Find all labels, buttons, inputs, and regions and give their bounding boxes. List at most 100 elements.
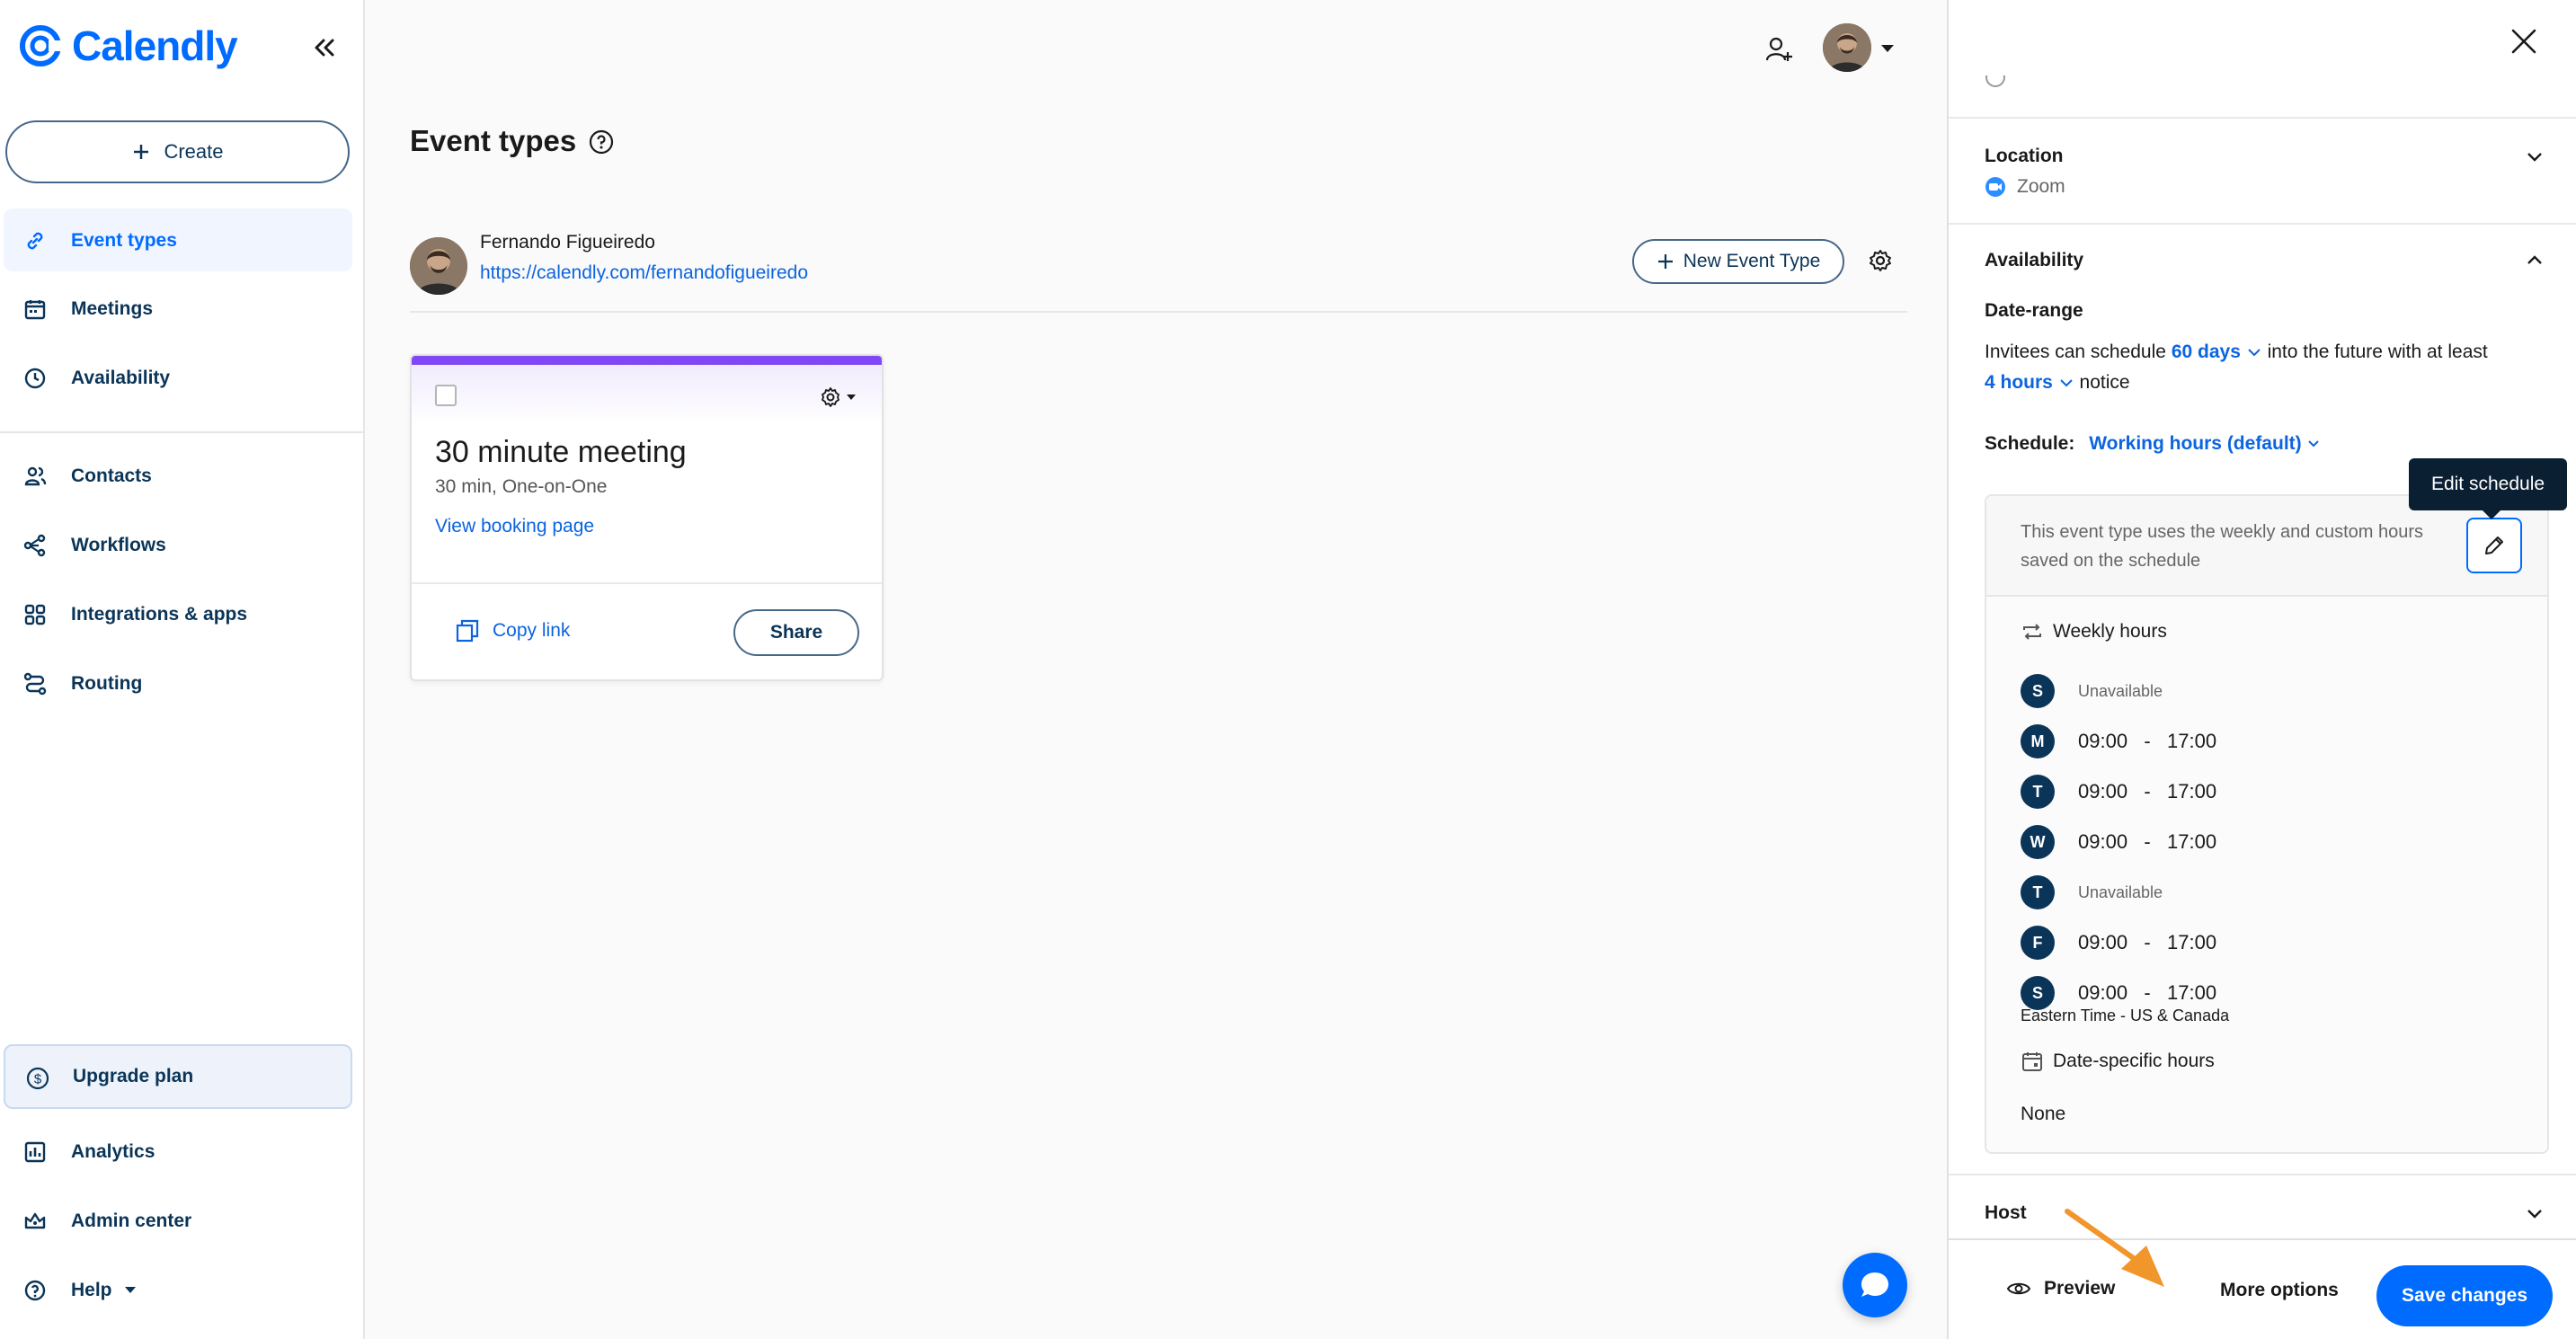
avatar-image (410, 237, 467, 295)
dollar-icon: $ (26, 1067, 49, 1090)
main-content: Event types Fernando Figueiredo https://… (365, 0, 1947, 1339)
event-details-panel: Location Zoom Availability Date-range In… (1947, 0, 2576, 1339)
upgrade-plan-button[interactable]: $ Upgrade plan (4, 1044, 352, 1109)
day-row-tuesday: T 09:00 - 17:00 (2021, 775, 2216, 809)
sidebar-item-label: Availability (71, 368, 171, 388)
caret-down-icon (125, 1287, 136, 1293)
sidebar-item-routing[interactable]: Routing (4, 652, 352, 714)
collapse-sidebar-icon[interactable] (309, 32, 340, 63)
user-avatar-top[interactable] (1823, 23, 1871, 72)
plus-icon (134, 145, 149, 159)
svg-text:$: $ (34, 1072, 42, 1087)
new-event-type-label: New Event Type (1683, 251, 1821, 271)
sidebar-item-label: Contacts (71, 466, 152, 486)
date-range-title: Date-range (1985, 300, 2083, 321)
repeat-icon (2023, 624, 2041, 640)
day-badge: S (2021, 674, 2055, 708)
card-select-checkbox[interactable] (435, 385, 457, 406)
weekly-hours-title: Weekly hours (2021, 620, 2167, 643)
sidebar-item-analytics[interactable]: Analytics (4, 1120, 352, 1183)
edit-schedule-button[interactable] (2466, 518, 2522, 573)
account-caret-icon[interactable] (1880, 43, 1895, 54)
chevron-down-icon[interactable] (2524, 146, 2545, 167)
day-badge: T (2021, 775, 2055, 809)
sidebar-item-workflows[interactable]: Workflows (4, 513, 352, 576)
chat-button[interactable] (1843, 1253, 1907, 1317)
plus-icon (1657, 254, 1673, 269)
day-hours: 09:00 - 17:00 (2078, 981, 2217, 1004)
workflow-icon (23, 534, 46, 557)
days-dropdown[interactable]: 60 days (2172, 341, 2262, 362)
sidebar-item-event-types[interactable]: Event types (4, 208, 352, 271)
event-title: 30 minute meeting (435, 435, 687, 469)
schedule-dropdown[interactable]: Working hours (default) (2089, 433, 2321, 454)
gear-icon[interactable] (1868, 248, 1893, 273)
link-icon (27, 232, 43, 250)
date-range-line-2: 4 hours notice (1985, 372, 2130, 394)
contacts-icon (24, 466, 47, 486)
sidebar-item-availability[interactable]: Availability (4, 346, 352, 409)
sidebar-item-meetings[interactable]: Meetings (4, 277, 352, 340)
add-person-icon[interactable] (1763, 34, 1794, 65)
sidebar-item-label: Admin center (71, 1210, 192, 1231)
day-row-sunday: S Unavailable (2021, 674, 2163, 708)
sidebar-item-label: Routing (71, 673, 143, 694)
copy-icon[interactable] (455, 618, 480, 643)
chevron-up-icon[interactable] (2524, 250, 2545, 271)
create-label: Create (164, 140, 224, 163)
section-divider (1949, 223, 2576, 225)
notice-hours-dropdown[interactable]: 4 hours (1985, 372, 2074, 393)
hours-value: 4 hours (1985, 372, 2053, 393)
schedule-row: Schedule: Working hours (default) (1985, 433, 2321, 455)
close-icon[interactable] (2509, 27, 2538, 56)
sidebar-item-contacts[interactable]: Contacts (4, 444, 352, 507)
annotation-arrow-icon (2065, 1209, 2164, 1287)
save-changes-button[interactable]: Save changes (2376, 1265, 2553, 1326)
panel-footer: Preview More options Save changes (1949, 1238, 2576, 1339)
days-value: 60 days (2171, 341, 2241, 362)
sidebar-item-label: Workflows (71, 535, 166, 555)
upgrade-plan-label: Upgrade plan (73, 1066, 194, 1086)
date-range-line-1: Invitees can schedule 60 days into the f… (1985, 341, 2488, 363)
calendar-icon (24, 300, 46, 320)
chevron-down-icon (2308, 440, 2320, 448)
new-event-type-button[interactable]: New Event Type (1632, 239, 1844, 284)
day-row-friday: F 09:00 - 17:00 (2021, 926, 2216, 960)
crown-icon (24, 1212, 46, 1229)
share-button[interactable]: Share (733, 609, 859, 656)
day-badge: W (2021, 825, 2055, 859)
calendly-logo[interactable]: Calendly (18, 22, 238, 70)
schedule-value: Working hours (default) (2089, 433, 2302, 454)
day-row-saturday: S 09:00 - 17:00 (2021, 976, 2216, 1010)
sidebar-divider (0, 431, 363, 433)
help-circle-icon[interactable] (588, 129, 615, 155)
sidebar-item-label: Help (71, 1280, 112, 1300)
grid-icon (24, 604, 46, 625)
availability-title: Availability (1985, 250, 2084, 270)
user-scheduling-link[interactable]: https://calendly.com/fernandofigueiredo (480, 262, 808, 284)
chevron-down-icon[interactable] (2524, 1202, 2545, 1224)
edit-schedule-tooltip: Edit schedule (2409, 458, 2567, 519)
sidebar-item-label: Integrations & apps (71, 604, 248, 625)
eye-icon (2006, 1282, 2031, 1295)
view-booking-page-link[interactable]: View booking page (435, 516, 594, 537)
card-color-bar (412, 356, 882, 365)
section-divider (1949, 117, 2576, 119)
sidebar-item-help[interactable]: Help (4, 1258, 352, 1321)
zoom-icon (1985, 177, 2005, 197)
more-options-button[interactable]: More options (2220, 1280, 2339, 1301)
day-badge: F (2021, 926, 2055, 960)
sidebar-item-integrations[interactable]: Integrations & apps (4, 582, 352, 645)
location-zoom: Zoom (1985, 176, 2065, 198)
create-button[interactable]: Create (5, 120, 350, 183)
day-row-thursday: T Unavailable (2021, 875, 2163, 909)
sidebar-item-label: Meetings (71, 298, 154, 319)
sidebar-item-label: Analytics (71, 1141, 155, 1162)
copy-link-button[interactable]: Copy link (493, 620, 570, 642)
day-hours: 09:00 - 17:00 (2078, 730, 2217, 752)
sidebar: Calendly Create Event types Meetings Ava… (0, 0, 365, 1339)
timezone-label: Eastern Time - US & Canada (2021, 1006, 2230, 1024)
card-settings-gear-icon[interactable] (818, 385, 857, 410)
notice-suffix: notice (2079, 372, 2130, 393)
sidebar-item-admin-center[interactable]: Admin center (4, 1189, 352, 1252)
